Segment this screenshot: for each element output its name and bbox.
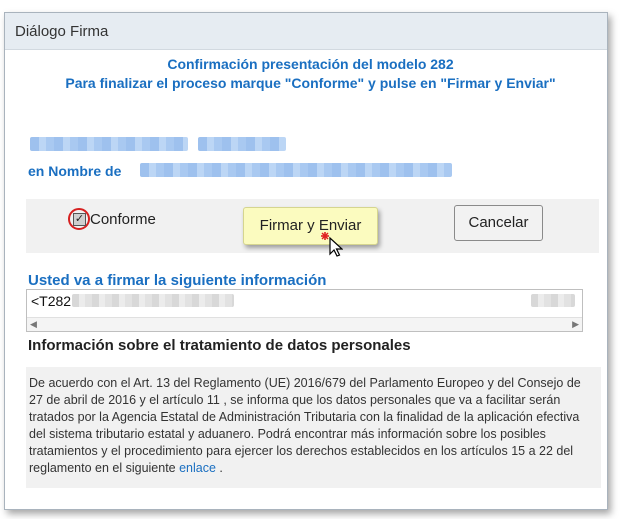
privacy-section: De acuerdo con el Art. 13 del Reglamento… [26,367,601,488]
chevron-left-icon[interactable]: ◀ [30,319,37,330]
conforme-checkbox[interactable]: ✓ [73,213,86,226]
redacted-signed-data [72,294,234,307]
click-star-icon [321,232,329,240]
cancel-button[interactable]: Cancelar [454,205,543,241]
redacted-signed-data-end [531,294,575,307]
sign-and-send-button[interactable]: Firmar y Enviar [243,207,378,245]
privacy-text-end: . [215,461,223,475]
info-heading: Usted va a firmar la siguiente informaci… [28,272,327,289]
on-behalf-label: en Nombre de [28,163,122,179]
arrow-cursor-icon [321,232,343,257]
dialog-title: Diálogo Firma [15,23,109,40]
dialog-titlebar: Diálogo Firma [5,13,607,50]
privacy-heading: Información sobre el tratamiento de dato… [28,337,411,354]
chevron-right-icon[interactable]: ▶ [572,319,579,330]
privacy-text: De acuerdo con el Art. 13 del Reglamento… [29,375,597,477]
signed-info-text: <T282 [31,293,72,309]
horizontal-scrollbar[interactable]: ◀ ▶ [27,317,582,331]
privacy-link[interactable]: enlace [179,461,216,475]
redacted-on-behalf-name [140,163,452,177]
confirmation-heading: Confirmación presentación del modelo 282 [167,56,454,72]
redacted-name-part-1 [30,137,188,151]
conforme-label[interactable]: Conforme [90,211,156,228]
instruction-heading: Para finalizar el proceso marque "Confor… [65,75,556,91]
redacted-name-part-2 [198,137,286,151]
privacy-paragraph: De acuerdo con el Art. 13 del Reglamento… [29,376,581,475]
